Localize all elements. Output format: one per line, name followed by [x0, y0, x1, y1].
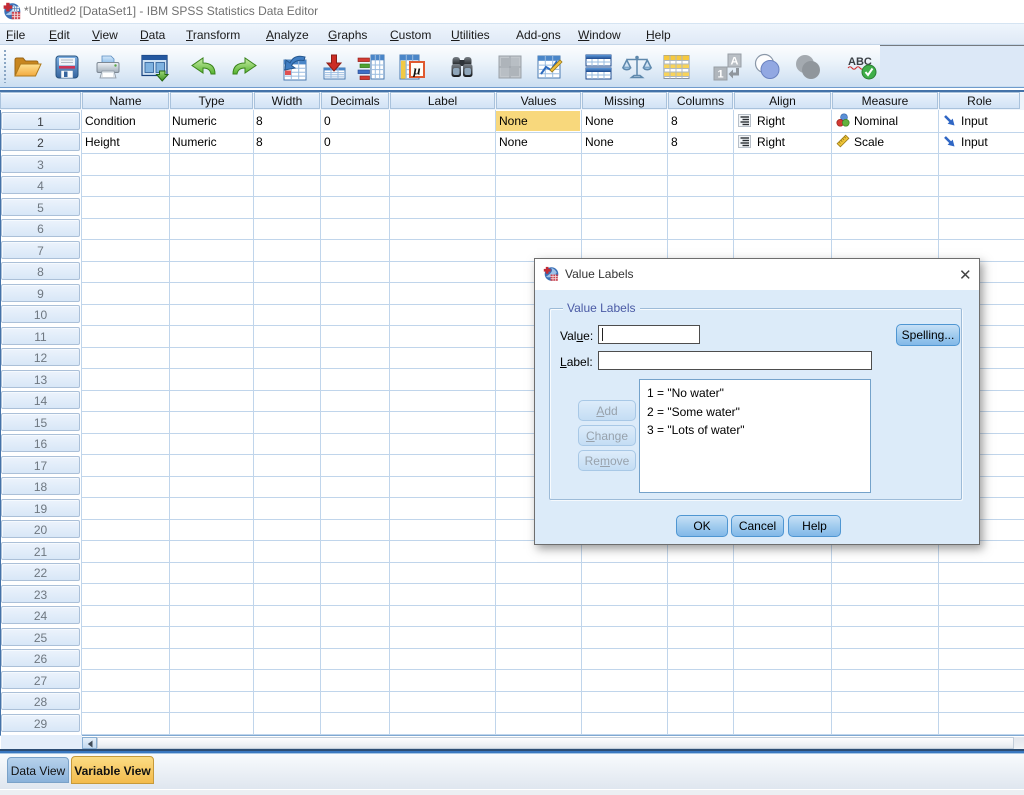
svg-text:A: A — [731, 56, 739, 68]
svg-text:μ: μ — [412, 63, 420, 78]
svg-text:1: 1 — [717, 69, 723, 81]
